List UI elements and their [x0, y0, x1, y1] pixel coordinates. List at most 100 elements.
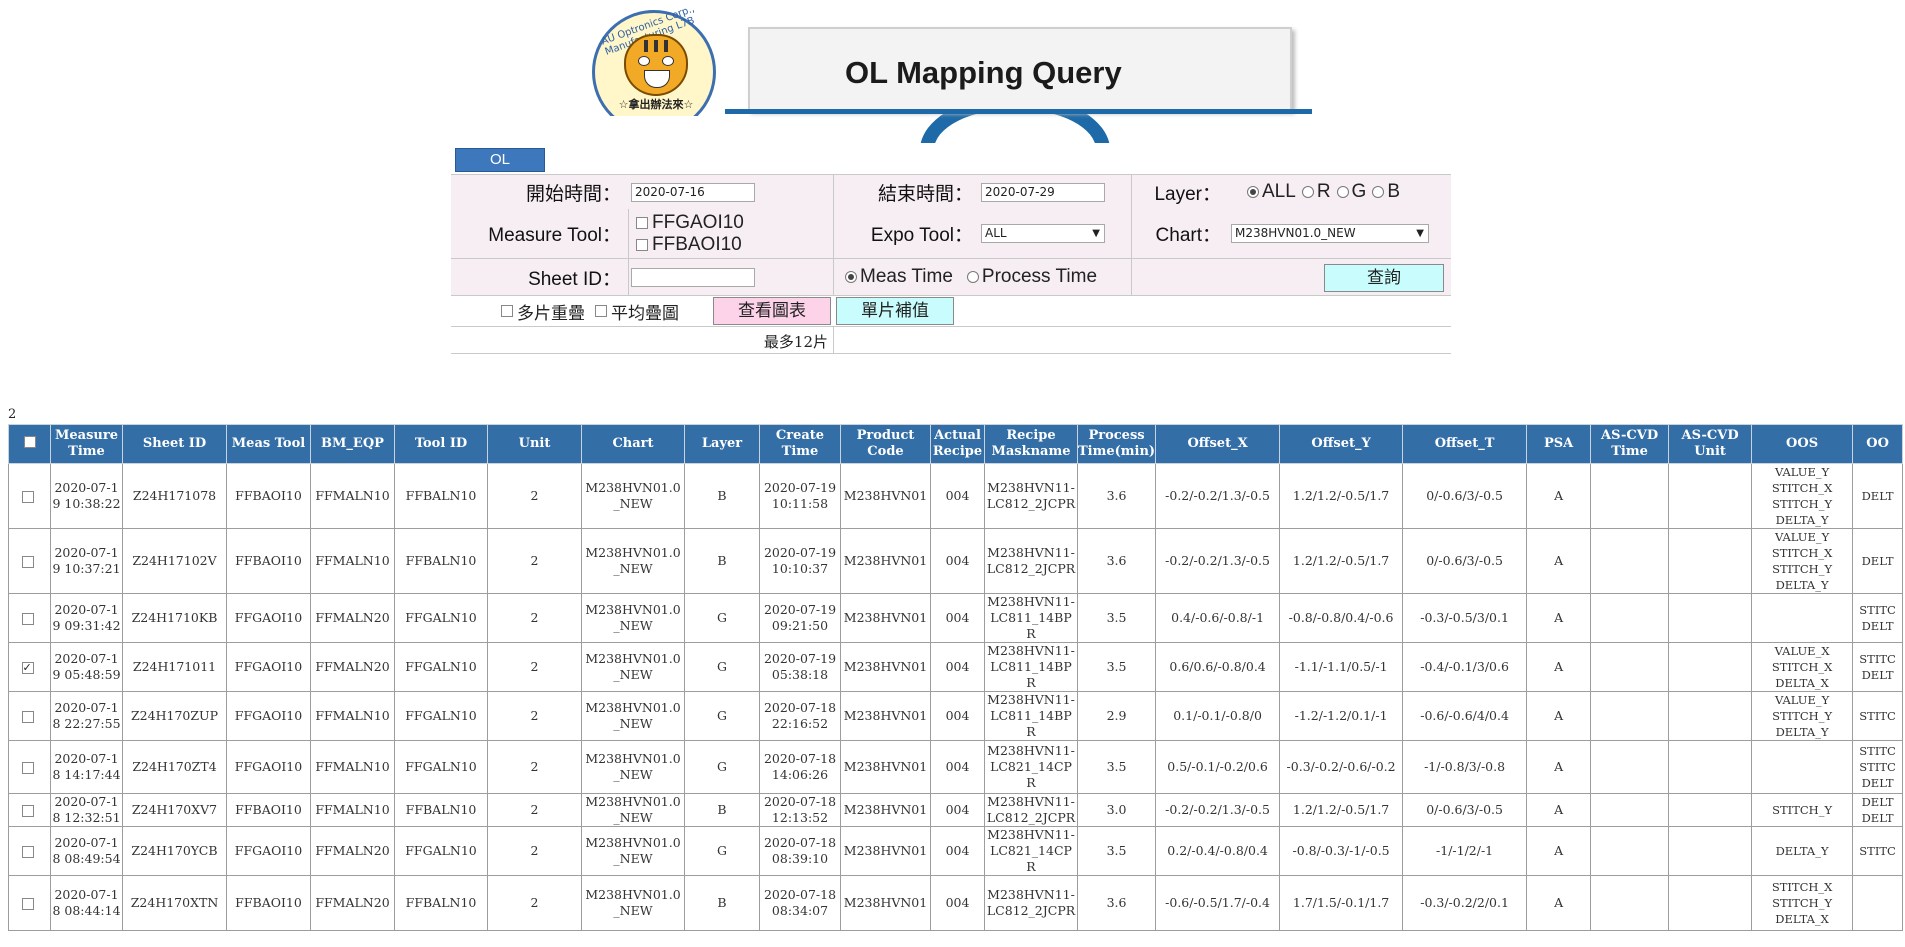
cell-offset-t: -1/-0.8/3/-0.8: [1402, 740, 1528, 794]
query-button[interactable]: 查詢: [1324, 264, 1444, 292]
form-row-sheet: Sheet ID： Meas Time Process Time 查詢: [451, 259, 1451, 296]
table-row[interactable]: 2020-07-18 14:17:44 Z24H170ZT4 FFGAOI10 FFM…: [8, 740, 1904, 794]
column-header[interactable]: Sheet ID: [122, 424, 227, 464]
column-header[interactable]: Layer: [684, 424, 760, 464]
layer-g-radio[interactable]: [1336, 186, 1349, 198]
cell-offset-t: -0.4/-0.1/3/0.6: [1402, 642, 1528, 692]
cell-measure-time: 2020-07-18 12:32:51: [50, 793, 123, 827]
layer-b-radio[interactable]: [1372, 186, 1385, 198]
table-row[interactable]: 2020-07-18 08:49:54 Z24H170YCB FFGAOI10 FFM…: [8, 826, 1904, 876]
column-header[interactable]: Unit: [487, 424, 582, 464]
measure-tool-label: Measure Tool：: [488, 225, 621, 246]
column-header[interactable]: Process Time(min): [1076, 424, 1157, 464]
end-time-label: 結束時間：: [877, 183, 973, 205]
cell-meas-tool: FFBAOI10: [226, 528, 311, 594]
select-all-checkbox[interactable]: [23, 435, 36, 448]
form-row-dates: 開始時間： 2020-07-16 結束時間： 2020-07-29 Layer：…: [451, 174, 1451, 210]
results-table: Measure Time Sheet ID Meas Tool BM_EQP T…: [8, 424, 1904, 931]
column-header[interactable]: Offset_Y: [1279, 424, 1404, 464]
cell-oos: VALUE_Y STITCH_X STITCH_Y DELTA_Y: [1751, 463, 1854, 529]
meas-time-radio[interactable]: [845, 271, 857, 283]
table-row[interactable]: 2020-07-18 12:32:51 Z24H170XV7 FFBAOI10 FFM…: [8, 793, 1904, 827]
cell-layer: G: [684, 642, 760, 692]
cell-oo: STITC DELT: [1852, 642, 1904, 692]
cell-offset-y: -0.3/-0.2/-0.6/-0.2: [1279, 740, 1404, 794]
column-header[interactable]: AS-CVD Time: [1590, 424, 1670, 464]
avg-overlay-checkbox[interactable]: [595, 305, 607, 317]
cell-tool-id: FFGALN10: [394, 642, 488, 692]
table-row[interactable]: 2020-07-18 22:27:55 Z24H170ZUP FFGAOI10 FFM…: [8, 691, 1904, 741]
cell-psa: A: [1526, 528, 1592, 594]
end-time-input[interactable]: 2020-07-29: [981, 182, 1105, 202]
chart-label: Chart：: [1155, 225, 1221, 246]
sheet-id-label: Sheet ID：: [528, 268, 621, 290]
column-header[interactable]: BM_EQP: [310, 424, 395, 464]
view-chart-button[interactable]: 查看圖表: [713, 297, 831, 325]
single-fill-button[interactable]: 單片補值: [836, 297, 954, 325]
row-checkbox[interactable]: [21, 761, 34, 774]
cell-recipe-maskname: M238HVN11-LC811_14BPR: [984, 642, 1078, 692]
cell-create-time: 2020-07-19 09:21:50: [759, 593, 841, 643]
row-checkbox[interactable]: [21, 845, 34, 858]
process-time-radio[interactable]: [966, 271, 979, 283]
row-checkbox[interactable]: [21, 710, 34, 723]
column-header[interactable]: Product Code: [840, 424, 931, 464]
cell-layer: B: [684, 463, 760, 529]
table-row[interactable]: 2020-07-19 09:31:42 Z24H1710KB FFGAOI10 FFM…: [8, 593, 1904, 643]
layer-all-radio[interactable]: [1247, 186, 1259, 198]
select-all-header[interactable]: [8, 424, 51, 464]
cell-as-cvd-unit: [1668, 826, 1753, 876]
layer-r-radio[interactable]: [1301, 186, 1314, 198]
table-header-row: Measure Time Sheet ID Meas Tool BM_EQP T…: [8, 424, 1904, 464]
chart-select[interactable]: M238HVN01.0_NEW ▼: [1231, 224, 1429, 243]
row-checkbox[interactable]: [21, 660, 34, 676]
cell-as-cvd-time: [1590, 826, 1670, 876]
cell-as-cvd-time: [1590, 793, 1670, 827]
multi-overlay-checkbox[interactable]: [501, 305, 513, 317]
column-header[interactable]: Actual Recipe: [930, 424, 985, 464]
column-header[interactable]: Create Time: [759, 424, 841, 464]
cell-chart: M238HVN01.0_NEW: [581, 793, 685, 827]
layer-option-label: G: [1351, 181, 1367, 202]
cell-sheet-id: Z24H170XTN: [122, 875, 227, 931]
column-header[interactable]: Measure Time: [50, 424, 123, 464]
ffbaoi10-checkbox[interactable]: [636, 238, 648, 251]
column-header[interactable]: Offset_X: [1155, 424, 1281, 464]
cell-offset-x: 0.1/-0.1/-0.8/0: [1155, 691, 1281, 741]
row-checkbox[interactable]: [21, 555, 34, 568]
table-row[interactable]: 2020-07-18 08:44:14 Z24H170XTN FFBAOI10 FFM…: [8, 875, 1904, 931]
column-header[interactable]: OOS: [1751, 424, 1854, 464]
column-header[interactable]: Tool ID: [394, 424, 488, 464]
column-header[interactable]: AS-CVD Unit: [1668, 424, 1753, 464]
cell-chart: M238HVN01.0_NEW: [581, 642, 685, 692]
cell-offset-x: 0.2/-0.4/-0.8/0.4: [1155, 826, 1281, 876]
row-checkbox[interactable]: [21, 612, 34, 625]
cell-create-time: 2020-07-18 08:34:07: [759, 875, 841, 931]
start-time-input[interactable]: 2020-07-16: [631, 182, 755, 202]
row-checkbox[interactable]: [21, 897, 34, 910]
column-header[interactable]: Offset_T: [1402, 424, 1528, 464]
column-header[interactable]: PSA: [1526, 424, 1592, 464]
table-row[interactable]: 2020-07-19 05:48:59Z24H171011FFGAOI10FFM…: [8, 642, 1904, 692]
row-checkbox[interactable]: [21, 804, 34, 817]
expo-tool-select[interactable]: ALL ▼: [981, 224, 1105, 243]
cell-offset-x: 0.5/-0.1/-0.2/0.6: [1155, 740, 1281, 794]
cell-sheet-id: Z24H170ZUP: [122, 691, 227, 741]
ffgaoi10-checkbox[interactable]: [636, 216, 648, 229]
cell-measure-time: 2020-07-19 10:38:22: [50, 463, 123, 529]
sheet-id-input[interactable]: [631, 267, 755, 287]
cell-oos: [1751, 740, 1854, 794]
cell-bm-eqp: FFMALN20: [310, 826, 395, 876]
table-row[interactable]: 2020-07-19 10:38:22 Z24H171078 FFBAOI10 FFM…: [8, 463, 1904, 529]
column-header[interactable]: Recipe Maskname: [984, 424, 1078, 464]
cell-oo: STITC DELT: [1852, 593, 1904, 643]
cell-process-time: 3.5: [1076, 642, 1157, 692]
column-header[interactable]: Meas Tool: [226, 424, 311, 464]
tab-ol[interactable]: OL: [455, 148, 545, 172]
table-row[interactable]: 2020-07-19 10:37:21 Z24H17102V FFBAOI10 FFM…: [8, 528, 1904, 594]
cell-create-time: 2020-07-19 10:11:58: [759, 463, 841, 529]
column-header[interactable]: Chart: [581, 424, 685, 464]
column-header[interactable]: OO: [1852, 424, 1904, 464]
row-select-cell: [8, 875, 51, 931]
row-checkbox[interactable]: [21, 490, 34, 503]
